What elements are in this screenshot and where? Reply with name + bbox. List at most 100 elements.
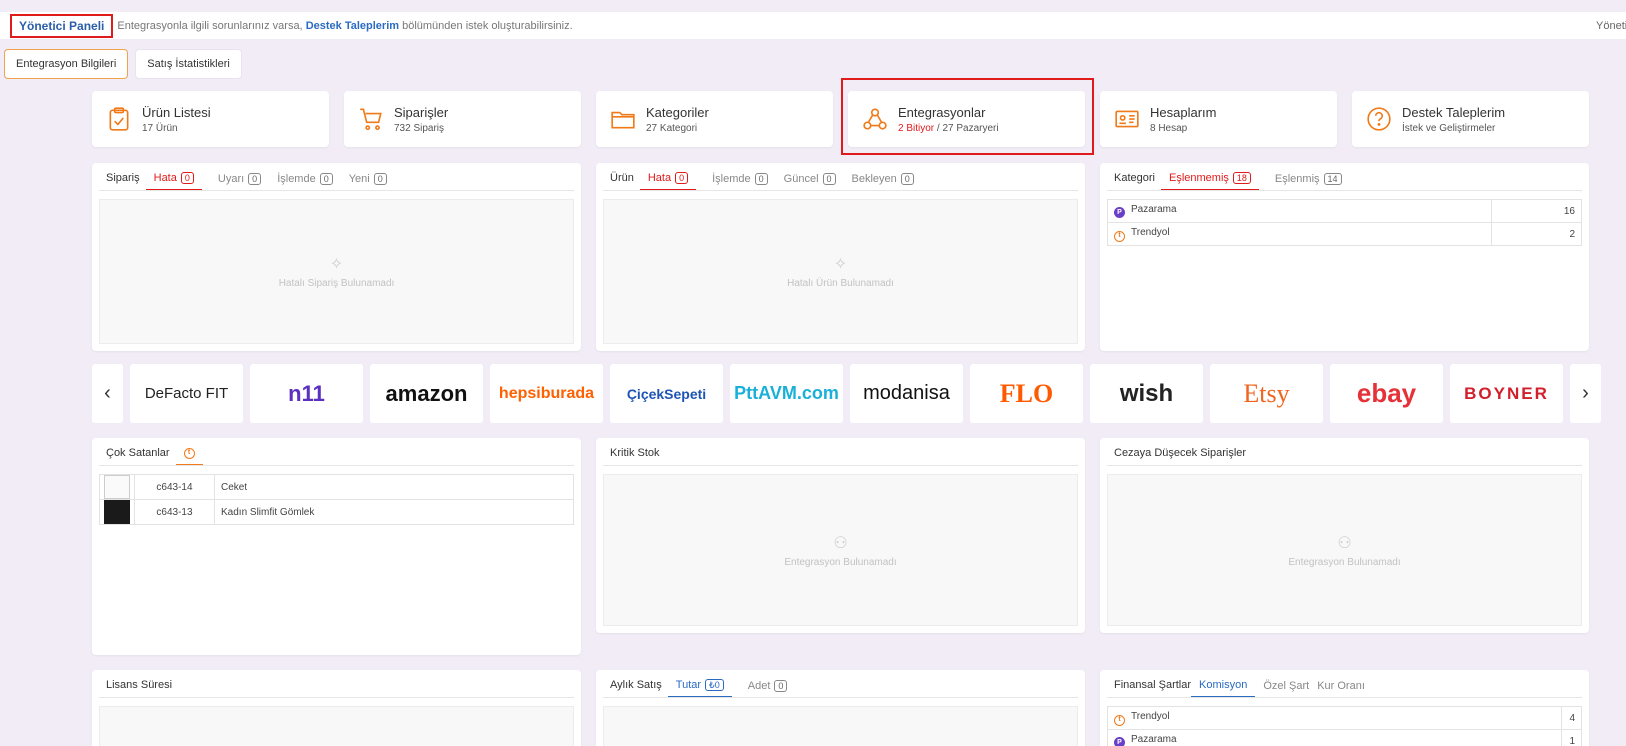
section-tabs: Entegrasyon Bilgileri Satış İstatistikle… bbox=[4, 49, 242, 79]
tab-label: İşlemde bbox=[277, 173, 316, 185]
brand-defacto[interactable]: DeFacto FIT bbox=[130, 364, 243, 423]
brand-flo[interactable]: FLO bbox=[970, 364, 1083, 423]
stat-sub: 8 Hesap bbox=[1150, 122, 1188, 134]
brand-wish[interactable]: wish bbox=[1090, 364, 1203, 423]
panel-label: Lisans Süresi bbox=[106, 679, 173, 691]
brand-etsy[interactable]: Etsy bbox=[1210, 364, 1323, 423]
stat-sub: 2 Bitiyor / 27 Pazaryeri bbox=[898, 123, 999, 134]
broom-icon: ✧ bbox=[833, 256, 848, 273]
stat-card-products[interactable]: Ürün Listesi 17 Ürün bbox=[92, 91, 329, 147]
stat-card-integrations[interactable]: Entegrasyonlar 2 Bitiyor / 27 Pazaryeri bbox=[848, 91, 1085, 147]
info-message-suffix: bölümünden istek oluşturabilirsiniz. bbox=[402, 19, 573, 32]
panel-header: Cezaya Düşecek Siparişler bbox=[1107, 438, 1582, 466]
top-bar: Yönetici Paneli Entegrasyonla ilgili sor… bbox=[0, 12, 1626, 39]
panel-header: Kategori Eşlenmemiş 18 Eşlenmiş 14 bbox=[1107, 163, 1582, 191]
table-row[interactable]: c643-13 Kadın Slimfit Gömlek bbox=[99, 499, 574, 525]
stat-card-accounts[interactable]: Hesaplarım 8 Hesap bbox=[1100, 91, 1337, 147]
stat-card-categories[interactable]: Kategoriler 27 Kategori bbox=[596, 91, 833, 147]
empty-message: Hatalı Ürün Bulunamadı bbox=[787, 278, 894, 289]
tab-exchange-rate[interactable]: Kur Oranı bbox=[1317, 680, 1365, 697]
panel-label: Kategori bbox=[1114, 172, 1155, 184]
page-title[interactable]: Yönetici Paneli bbox=[10, 13, 114, 38]
user-menu[interactable]: Yönetici bbox=[1596, 20, 1626, 32]
brand-n11[interactable]: n11 bbox=[250, 364, 363, 423]
count-badge: 0 bbox=[900, 173, 914, 185]
tab-label: Eşlenmemiş bbox=[1168, 172, 1229, 184]
support-link[interactable]: Destek Taleplerim bbox=[306, 20, 399, 32]
empty-message: Hatalı Sipariş Bulunamadı bbox=[278, 278, 395, 289]
product-image-icon bbox=[104, 500, 130, 524]
table-row[interactable]: t Trendyol 4 bbox=[1107, 706, 1582, 730]
brand-label: Etsy bbox=[1243, 378, 1290, 408]
thumb-cell bbox=[99, 474, 135, 500]
count-cell: 4 bbox=[1561, 706, 1582, 730]
tab-unmatched[interactable]: Eşlenmemiş 18 bbox=[1160, 172, 1259, 190]
panel-header: Finansal Şartlar Komisyon Özel Şart Kur … bbox=[1107, 670, 1582, 698]
empty-state: ⚇ Entegrasyon Bulunamadı bbox=[603, 474, 1078, 626]
stat-title: Hesaplarım bbox=[1150, 104, 1217, 120]
chevron-right-icon[interactable]: › bbox=[1570, 364, 1601, 423]
table-row[interactable]: P Pazarama 16 bbox=[1107, 199, 1582, 223]
stat-title: Kategoriler bbox=[646, 104, 709, 120]
tab-matched[interactable]: Eşlenmiş 14 bbox=[1275, 173, 1342, 190]
table-row[interactable]: P Pazarama 1 bbox=[1107, 729, 1582, 746]
tab-amount[interactable]: Tutar ₺0 bbox=[667, 679, 732, 697]
brand-hepsiburada[interactable]: hepsiburada bbox=[490, 364, 603, 423]
stat-title: Ürün Listesi bbox=[142, 104, 211, 120]
table-row[interactable]: t Trendyol 2 bbox=[1107, 222, 1582, 246]
stat-title: Siparişler bbox=[394, 104, 449, 120]
best-sellers-panel: Çok Satanlar t c643-14 Ceket c643-13 Kad… bbox=[92, 438, 581, 655]
financial-terms-panel: Finansal Şartlar Komisyon Özel Şart Kur … bbox=[1100, 670, 1589, 746]
tab-trendyol[interactable]: t bbox=[175, 448, 203, 465]
brand-label: n11 bbox=[288, 380, 325, 406]
stat-sub: 732 Sipariş bbox=[394, 122, 445, 134]
brand-ciceksepeti[interactable]: ÇiçekSepeti bbox=[610, 364, 723, 423]
broom-icon: ✧ bbox=[329, 256, 344, 273]
marketplace-cell: t Trendyol bbox=[1107, 706, 1562, 730]
stat-sub: İstek ve Geliştirmeler bbox=[1402, 122, 1496, 134]
brand-amazon[interactable]: amazon bbox=[370, 364, 483, 423]
count-badge: 0 bbox=[248, 173, 262, 185]
stat-card-orders[interactable]: Siparişler 732 Sipariş bbox=[344, 91, 581, 147]
empty-state: ⚇ Entegrasyon Bulunamadı bbox=[1107, 474, 1582, 626]
brand-pttavm[interactable]: PttAVM.com bbox=[730, 364, 843, 423]
table-row[interactable]: c643-14 Ceket bbox=[99, 474, 574, 500]
tab-label: Hata bbox=[647, 172, 672, 184]
pazarama-icon: P bbox=[1114, 207, 1125, 218]
panel-label: Ürün bbox=[610, 172, 634, 184]
count-badge: ₺0 bbox=[705, 679, 724, 691]
tab-processing[interactable]: İşlemde 0 bbox=[277, 173, 333, 190]
tab-warning[interactable]: Uyarı 0 bbox=[218, 173, 262, 190]
brand-modanisa[interactable]: modanisa bbox=[850, 364, 963, 423]
tab-new[interactable]: Yeni 0 bbox=[349, 173, 387, 190]
license-panel: Lisans Süresi bbox=[92, 670, 581, 746]
question-circle-icon bbox=[1367, 107, 1391, 131]
brand-label: modanisa bbox=[863, 382, 950, 404]
tab-processing[interactable]: İşlemde 0 bbox=[712, 173, 768, 190]
tab-special-terms[interactable]: Özel Şart bbox=[1263, 680, 1309, 697]
product-errors-panel: Ürün Hata 0 İşlemde 0 Güncel 0 Bekleyen 0 ✧ … bbox=[596, 163, 1085, 351]
count-cell: 1 bbox=[1561, 729, 1582, 746]
tab-label: Eşlenmiş bbox=[1274, 173, 1320, 185]
best-sellers-table: c643-14 Ceket c643-13 Kadın Slimfit Göml… bbox=[99, 474, 574, 525]
panel-header: Sipariş Hata 0 Uyarı 0 İşlemde 0 Yeni 0 bbox=[99, 163, 574, 191]
chevron-left-icon[interactable]: ‹ bbox=[92, 364, 123, 423]
tab-error[interactable]: Hata 0 bbox=[145, 172, 202, 190]
stat-title: Entegrasyonlar bbox=[898, 104, 986, 120]
penalty-orders-panel: Cezaya Düşecek Siparişler ⚇ Entegrasyon … bbox=[1100, 438, 1589, 633]
tab-pending[interactable]: Bekleyen 0 bbox=[852, 173, 914, 190]
webhook-icon bbox=[863, 108, 887, 130]
marketplace-name: Pazarama bbox=[1131, 204, 1177, 215]
tab-integration-info[interactable]: Entegrasyon Bilgileri bbox=[4, 49, 129, 79]
stat-card-support[interactable]: Destek Taleplerim İstek ve Geliştirmeler bbox=[1352, 91, 1589, 147]
tab-quantity[interactable]: Adet 0 bbox=[748, 680, 788, 697]
tab-commission[interactable]: Komisyon bbox=[1191, 679, 1256, 697]
brand-boyner[interactable]: BOYNER bbox=[1450, 364, 1563, 423]
count-badge: 0 bbox=[675, 172, 689, 184]
brand-ebay[interactable]: ebay bbox=[1330, 364, 1443, 423]
tab-sales-stats[interactable]: Satış İstatistikleri bbox=[135, 49, 242, 79]
tab-error[interactable]: Hata 0 bbox=[639, 172, 697, 190]
marketplace-name: Pazarama bbox=[1131, 734, 1177, 745]
tab-current[interactable]: Güncel 0 bbox=[784, 173, 836, 190]
trendyol-icon: t bbox=[183, 448, 195, 459]
